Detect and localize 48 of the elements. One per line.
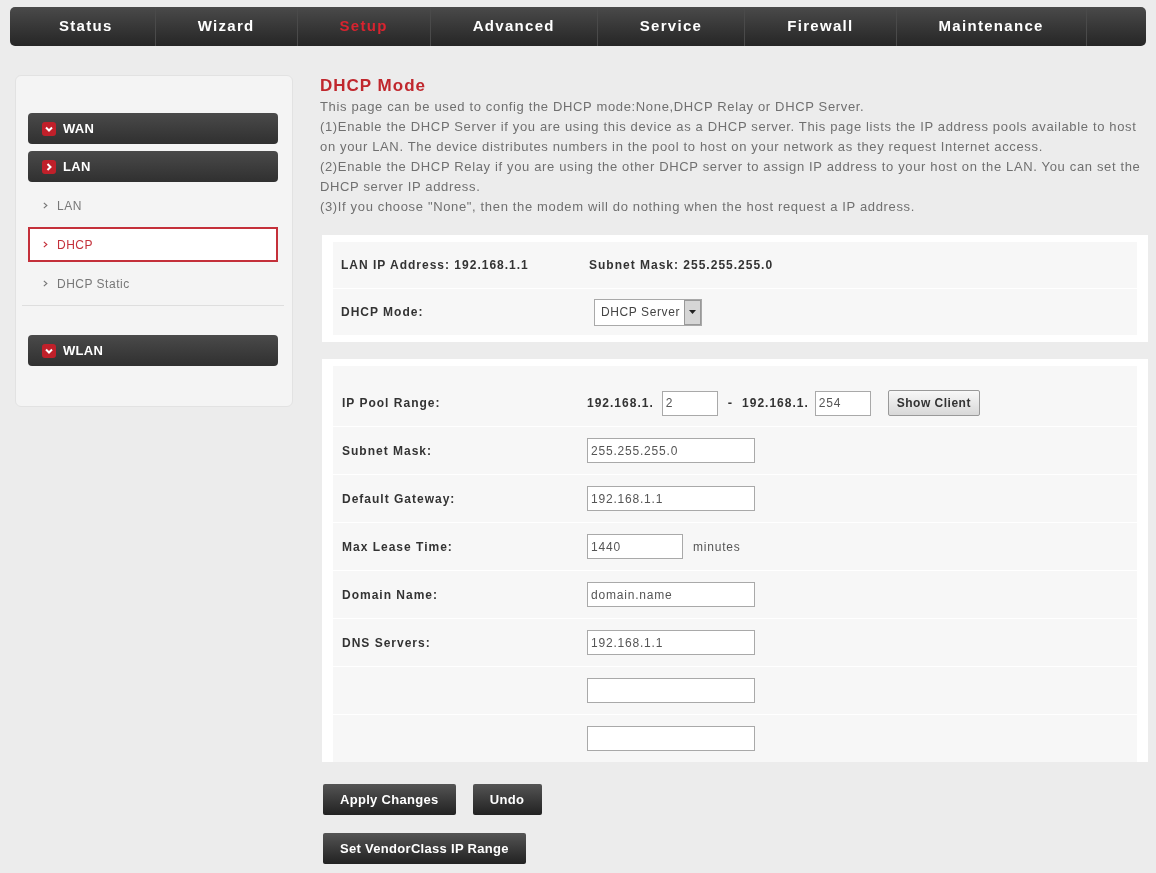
field-label: Domain Name: (342, 586, 439, 604)
sidebar-item[interactable]: DHCP Static (28, 266, 278, 301)
sidebar-item[interactable]: DHCP (28, 227, 278, 262)
input-field[interactable]: 255.255.255.0 (587, 438, 755, 463)
chevron-right-icon (43, 241, 48, 248)
field-label: Subnet Mask: (342, 442, 432, 460)
sidebar-group-header[interactable]: WLAN (28, 335, 278, 366)
show-client-button[interactable]: Show Client (887, 390, 980, 416)
intro-paragraph: This page can be used to config the DHCP mode:None,DHCP Relay or DHCP Server. (320, 98, 866, 116)
input-field[interactable]: 1440 (587, 534, 683, 559)
sidebar-item[interactable]: LAN (28, 188, 278, 223)
vendor-class-button[interactable]: Set VendorClass IP Range (323, 833, 526, 864)
nav-tab[interactable]: Status (17, 7, 156, 46)
subnet-mask-text: Subnet Mask: 255.255.255.0 (589, 257, 774, 274)
range-dash-text: - (727, 394, 733, 413)
input-field[interactable]: 254 (814, 390, 871, 416)
action-button[interactable]: Undo (472, 784, 542, 815)
intro-paragraph: (1)Enable the DHCP Server if you are using this device as a DHCP server. This page lists the IP address pools available to host on your LAN. The device distributes numbers in the pool to host on your network as they request Internet access. (320, 118, 1138, 156)
nav-tab[interactable]: Service (597, 7, 746, 46)
nav-tab[interactable]: Maintenance (896, 7, 1087, 46)
input-field[interactable]: 192.168.1.1 (587, 630, 755, 655)
ip-prefix-text: 192.168.1. (587, 395, 654, 412)
field-label: Default Gateway: (342, 490, 456, 508)
ip-prefix-text: 192.168.1. (742, 395, 809, 412)
nav-tab[interactable]: Wizard (155, 7, 298, 46)
input-field[interactable]: 2 (661, 390, 718, 416)
lan-ip-text: LAN IP Address: 192.168.1.1 (340, 257, 530, 274)
unit-text: minutes (693, 538, 741, 556)
intro-paragraph: (3)If you choose "None", then the modem will do nothing when the host request a IP address. (320, 198, 916, 216)
input-field[interactable] (587, 726, 755, 751)
intro-paragraph: (2)Enable the DHCP Relay if you are using the other DHCP server to assign IP address to your host on the LAN. You can set the DHCP server IP address. (320, 158, 1142, 196)
sidebar-group-header[interactable]: WAN (28, 113, 278, 144)
nav-tab[interactable]: Advanced (430, 7, 598, 46)
field-label: IP Pool Range: (342, 395, 441, 412)
input-field[interactable]: 192.168.1.1 (587, 486, 755, 511)
action-button[interactable]: Apply Changes (323, 784, 456, 815)
sidebar-group-header[interactable]: LAN (28, 151, 278, 182)
caret-icon (684, 299, 702, 325)
input-field[interactable] (587, 678, 755, 703)
field-label: Max Lease Time: (342, 538, 453, 556)
dhcp-mode-label: DHCP Mode: (340, 304, 425, 321)
page-title: DHCP Mode (320, 75, 427, 97)
dhcp-mode-select[interactable]: DHCP Server (594, 298, 703, 326)
nav-tab[interactable]: Firewall (745, 7, 897, 46)
chevron-right-icon (43, 280, 48, 287)
chevron-right-icon (43, 202, 48, 209)
input-field[interactable]: domain.name (587, 582, 755, 607)
field-label: DNS Servers: (342, 634, 431, 652)
